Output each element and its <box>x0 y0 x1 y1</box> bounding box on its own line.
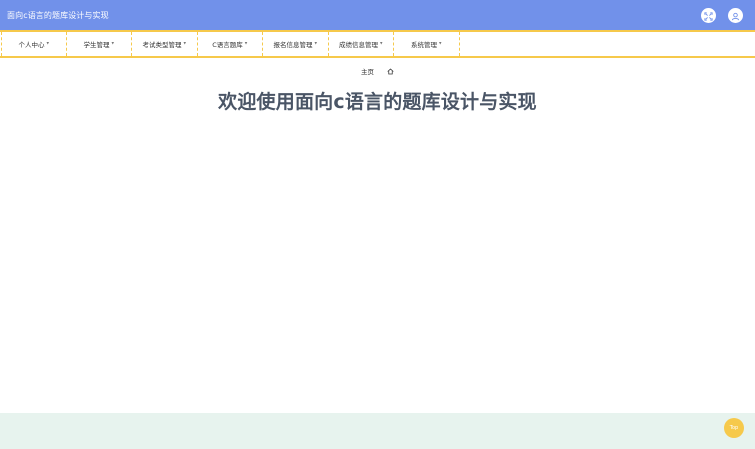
nav-item-label: 考试类型管理 <box>142 41 182 49</box>
top-header: 面向c语言的题库设计与实现 <box>0 0 755 30</box>
header-actions <box>701 6 743 25</box>
fullscreen-icon <box>704 6 713 25</box>
nav-item-label: 学生管理 <box>83 41 110 49</box>
nav-item-registration-management[interactable]: 报名信息管理 ▾ <box>263 32 329 56</box>
nav-item-personal-center[interactable]: 个人中心 ▾ <box>1 32 67 56</box>
nav-item-c-question-bank[interactable]: C语言题库 ▾ <box>198 32 263 56</box>
home-icon <box>387 68 394 75</box>
nav-item-system-management[interactable]: 系统管理 ▾ <box>394 32 460 56</box>
footer <box>0 413 755 449</box>
chevron-down-icon: ▾ <box>46 40 49 47</box>
user-menu-button[interactable] <box>728 6 743 25</box>
app-title: 面向c语言的题库设计与实现 <box>7 10 109 20</box>
chevron-down-icon: ▾ <box>314 40 317 47</box>
breadcrumb-home-link[interactable]: 主页 <box>361 66 374 76</box>
chevron-down-icon: ▾ <box>244 40 248 47</box>
breadcrumb: 主页 <box>0 66 755 76</box>
main-navbar: 个人中心 ▾ 学生管理 ▾ 考试类型管理 ▾ C语言题库 ▾ 报名信息管理 ▾ … <box>0 30 755 58</box>
nav-item-label: C语言题库 <box>212 41 243 49</box>
nav-item-label: 成绩信息管理 <box>338 41 378 49</box>
nav-item-student-management[interactable]: 学生管理 ▾ <box>67 32 132 56</box>
nav-item-label: 系统管理 <box>410 41 437 49</box>
chevron-down-icon: ▾ <box>379 40 383 47</box>
chevron-down-icon: ▾ <box>183 40 186 47</box>
page-title: 欢迎使用面向c语言的题库设计与实现 <box>218 91 537 113</box>
chevron-down-icon: ▾ <box>111 40 114 47</box>
chevron-down-icon: ▾ <box>438 40 442 47</box>
nav-item-label: 个人中心 <box>18 41 45 49</box>
nav-item-label: 报名信息管理 <box>273 41 313 49</box>
nav-item-score-management[interactable]: 成绩信息管理 ▾ <box>329 32 394 56</box>
nav-item-exam-type-management[interactable]: 考试类型管理 ▾ <box>132 32 198 56</box>
fullscreen-button[interactable] <box>701 6 716 25</box>
user-icon <box>731 6 740 25</box>
back-to-top-button[interactable]: Top <box>724 418 744 438</box>
